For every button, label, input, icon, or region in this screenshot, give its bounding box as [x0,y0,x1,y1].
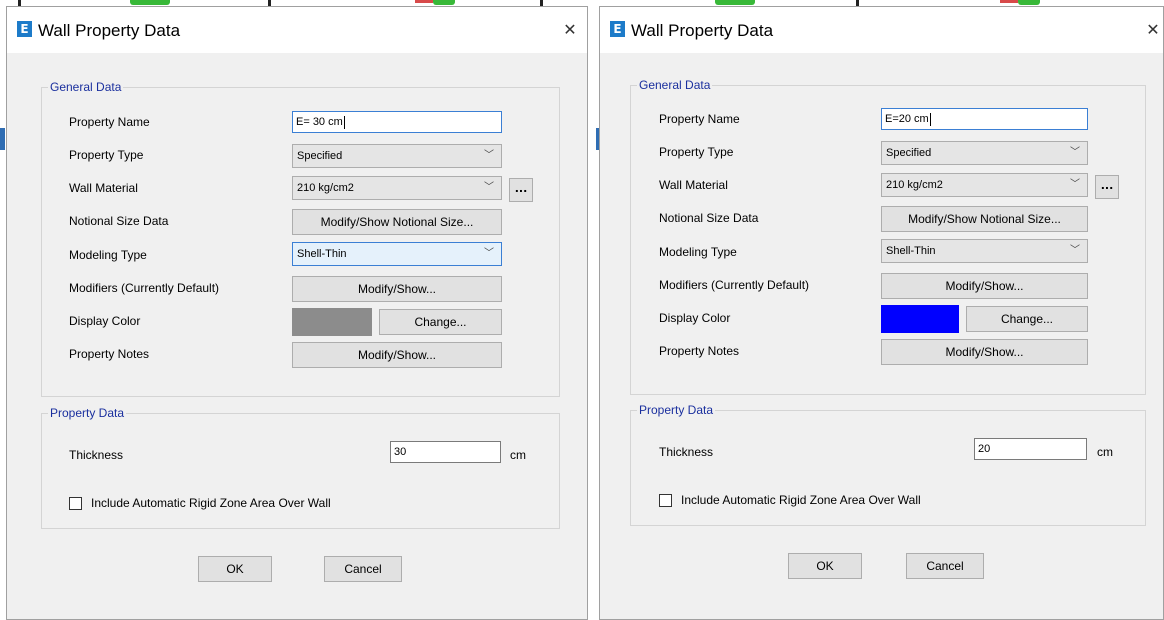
wall-property-dialog: E Wall Property Data ✕ General Data Prop… [599,6,1164,620]
general-data-legend: General Data [637,78,713,92]
property-name-value: E=20 cm [885,113,929,125]
modeling-type-label: Modeling Type [659,245,737,259]
thickness-value: 20 [978,443,991,455]
thickness-unit: cm [510,448,526,462]
thickness-input[interactable]: 20 [974,438,1087,460]
thickness-input[interactable]: 30 [390,441,501,463]
change-color-button[interactable]: Change... [379,309,502,335]
ok-button[interactable]: OK [198,556,272,582]
wall-material-label: Wall Material [69,181,138,195]
background-edge-mark [0,128,5,150]
property-name-input[interactable]: E= 30 cm [292,111,502,133]
background-red-mark [415,0,433,3]
change-color-button[interactable]: Change... [966,306,1088,332]
wall-material-select[interactable]: 210 kg/cm2 ﹀ [881,173,1088,197]
close-button[interactable]: ✕ [1143,20,1163,40]
rigid-zone-checkbox[interactable] [69,497,82,510]
rigid-zone-label: Include Automatic Rigid Zone Area Over W… [91,496,331,510]
property-name-value: E= 30 cm [296,116,343,128]
general-data-legend: General Data [48,80,124,94]
thickness-value: 30 [394,446,407,458]
property-notes-label: Property Notes [659,344,740,358]
title-bar: E Wall Property Data ✕ [600,7,1163,53]
text-caret [343,115,345,129]
rigid-zone-label: Include Automatic Rigid Zone Area Over W… [681,493,921,507]
notional-size-label: Notional Size Data [659,211,759,225]
etabs-app-icon: E [610,21,625,37]
property-name-label: Property Name [69,115,150,129]
notional-size-button[interactable]: Modify/Show Notional Size... [292,209,502,235]
chevron-down-icon: ﹀ [1070,179,1080,190]
background-green-mark [433,0,455,5]
background-green-mark [715,0,755,5]
display-color-swatch [292,308,372,336]
etabs-app-icon: E [17,21,32,37]
property-name-input[interactable]: E=20 cm [881,108,1088,130]
general-data-group: General Data Property Name E=20 cm Prope… [630,78,1146,395]
title-bar: E Wall Property Data ✕ [7,7,587,53]
thickness-unit: cm [1097,445,1113,459]
thickness-label: Thickness [659,445,714,459]
rigid-zone-checkbox[interactable] [659,494,672,507]
display-color-swatch [881,305,959,333]
chevron-down-icon: ﹀ [1070,147,1080,158]
general-data-group: General Data Property Name E= 30 cm Prop… [41,80,560,397]
close-button[interactable]: ✕ [560,20,580,40]
property-type-label: Property Type [659,145,734,159]
property-type-label: Property Type [69,148,144,162]
modeling-type-label: Modeling Type [69,248,147,262]
ok-button[interactable]: OK [788,553,862,579]
property-type-value: Specified [886,147,932,159]
modeling-type-value: Shell-Thin [886,245,936,257]
modifiers-label: Modifiers (Currently Default) [659,278,810,292]
modifiers-button[interactable]: Modify/Show... [881,273,1088,299]
property-data-group: Property Data Thickness 30 cm Include Au… [41,406,560,529]
display-color-label: Display Color [69,314,141,328]
property-notes-button[interactable]: Modify/Show... [881,339,1088,365]
background-red-mark [1000,0,1018,3]
property-name-label: Property Name [659,112,740,126]
close-icon: ✕ [563,20,577,39]
modifiers-label: Modifiers (Currently Default) [69,281,220,295]
notional-size-button[interactable]: Modify/Show Notional Size... [881,206,1088,232]
chevron-down-icon: ﹀ [484,182,494,193]
cancel-button[interactable]: Cancel [906,553,984,579]
chevron-down-icon: ﹀ [484,248,494,259]
modifiers-button[interactable]: Modify/Show... [292,276,502,302]
chevron-down-icon: ﹀ [484,150,494,161]
background-green-mark [1018,0,1040,5]
display-color-label: Display Color [659,311,731,325]
wall-material-value: 210 kg/cm2 [886,179,943,191]
wall-property-dialog: E Wall Property Data ✕ General Data Prop… [6,6,588,620]
thickness-label: Thickness [69,448,124,462]
property-data-legend: Property Data [637,403,716,417]
dialog-title: Wall Property Data [631,21,774,40]
wall-material-label: Wall Material [659,178,728,192]
material-browse-button[interactable]: ... [509,178,533,202]
chevron-down-icon: ﹀ [1070,245,1080,256]
property-notes-button[interactable]: Modify/Show... [292,342,502,368]
modeling-type-select[interactable]: Shell-Thin ﹀ [292,242,502,266]
modeling-type-value: Shell-Thin [297,248,347,260]
property-type-select[interactable]: Specified ﹀ [881,141,1088,165]
dialog-title: Wall Property Data [38,21,181,40]
text-caret [929,112,931,126]
property-notes-label: Property Notes [69,347,150,361]
notional-size-label: Notional Size Data [69,214,169,228]
material-browse-button[interactable]: ... [1095,175,1119,199]
close-icon: ✕ [1146,20,1160,39]
wall-material-select[interactable]: 210 kg/cm2 ﹀ [292,176,502,200]
modeling-type-select[interactable]: Shell-Thin ﹀ [881,239,1088,263]
property-data-legend: Property Data [48,406,127,420]
wall-material-value: 210 kg/cm2 [297,182,354,194]
property-type-value: Specified [297,150,343,162]
property-type-select[interactable]: Specified ﹀ [292,144,502,168]
cancel-button[interactable]: Cancel [324,556,402,582]
property-data-group: Property Data Thickness 20 cm Include Au… [630,403,1146,526]
background-green-mark [130,0,170,5]
